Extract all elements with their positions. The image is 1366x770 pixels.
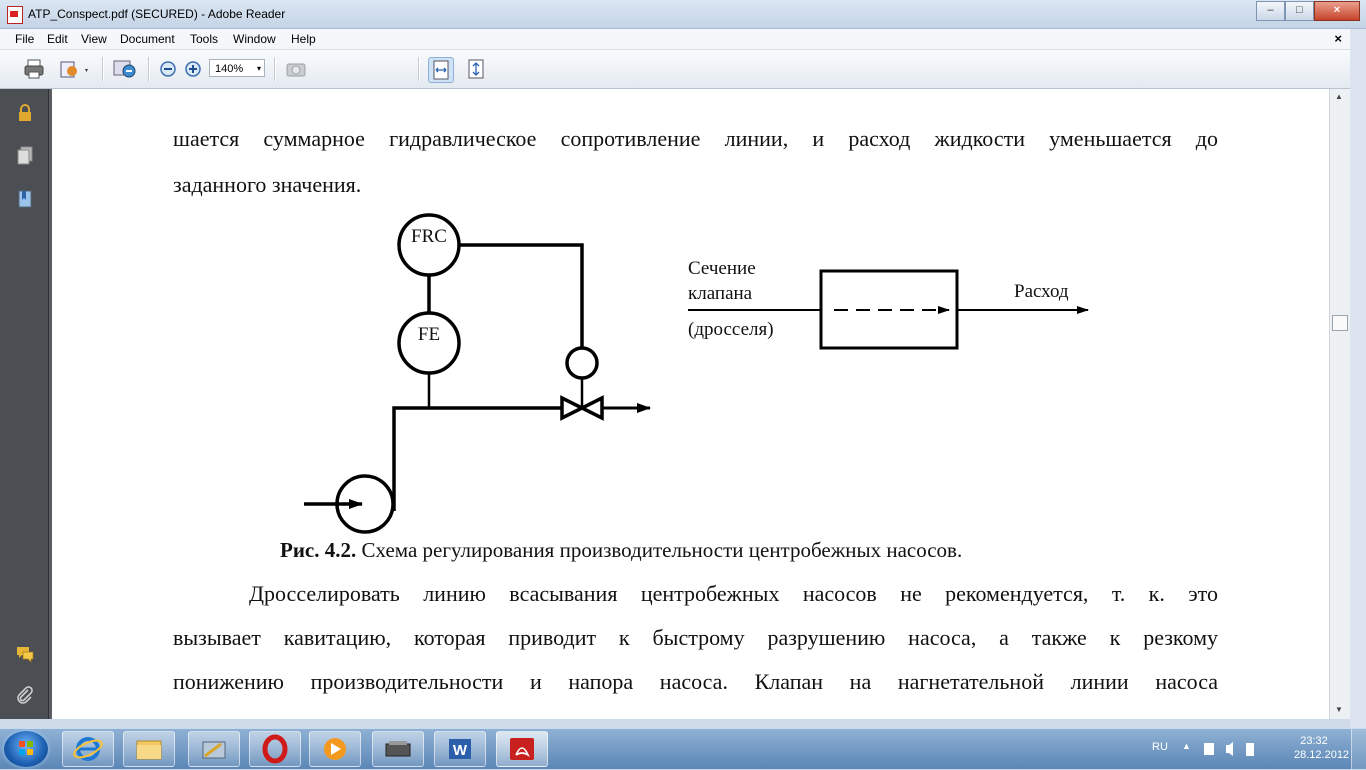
taskbar-app-2[interactable]	[372, 731, 424, 767]
camera-icon	[286, 63, 306, 77]
taskbar-opera[interactable]	[249, 731, 301, 767]
print-button[interactable]	[22, 57, 46, 81]
start-button[interactable]	[4, 731, 48, 767]
taskbar: W RU ▲ 23:32 28.12.2012	[0, 728, 1366, 769]
share-icon	[60, 61, 88, 78]
valve-actuator-circle	[565, 346, 599, 380]
fit-width-button[interactable]	[428, 57, 454, 83]
volume-icon	[1226, 742, 1233, 756]
fit-page-button[interactable]	[464, 57, 488, 81]
frc-label: FRC	[411, 226, 447, 247]
caption-text: Схема регулирования производительности ц…	[356, 538, 963, 562]
chevron-down-icon: ▾	[256, 64, 261, 73]
zoom-in-button[interactable]	[181, 57, 205, 81]
page-thumbnails-button[interactable]	[15, 145, 35, 165]
zoom-level-select[interactable]: 140% ▾	[209, 59, 265, 77]
collaborate-icon	[113, 60, 136, 78]
section-label-line3: (дросселя)	[688, 319, 774, 340]
fit-page-icon	[468, 59, 484, 79]
pages-icon	[17, 146, 33, 165]
maximize-button[interactable]: □	[1285, 1, 1314, 21]
fit-width-icon	[433, 60, 449, 80]
taskbar-explorer[interactable]	[123, 731, 175, 767]
scanner-icon	[385, 741, 411, 757]
printer-icon	[24, 59, 44, 79]
flow-label: Расход	[1014, 281, 1069, 302]
zoom-value: 140%	[215, 63, 244, 75]
menu-window[interactable]: Window	[233, 32, 276, 46]
taskbar-media-player[interactable]	[309, 731, 361, 767]
tray-icons	[1204, 742, 1254, 756]
toolbar: 140% ▾	[0, 50, 1350, 89]
comment-icon	[17, 647, 34, 663]
share-button[interactable]	[58, 57, 88, 81]
close-button[interactable]: ×	[1314, 1, 1360, 21]
lock-icon	[19, 104, 31, 121]
system-clock[interactable]: 23:32 28.12.2012	[1294, 734, 1350, 762]
media-player-icon	[324, 738, 346, 760]
language-indicator[interactable]: RU	[1152, 741, 1168, 753]
paragraph-line: вызывает кавитацию, которая приводит к б…	[173, 625, 1218, 650]
menu-edit[interactable]: Edit	[47, 32, 68, 46]
vertical-scrollbar[interactable]: ▲ ▼	[1329, 89, 1350, 719]
adobe-reader-icon	[510, 738, 534, 760]
zoom-out-button[interactable]	[156, 57, 180, 81]
zoom-in-icon	[185, 61, 201, 77]
menu-help[interactable]: Help	[291, 32, 316, 46]
fe-label: FE	[418, 324, 440, 345]
bookmarks-button[interactable]	[15, 189, 35, 209]
title-bar: ATP_Conspect.pdf (SECURED) - Adobe Reade…	[0, 0, 1366, 29]
action-center-icon	[1204, 743, 1214, 755]
caption-number: Рис. 4.2.	[280, 538, 357, 562]
menu-bar: File Edit View Document Tools Window Hel…	[0, 29, 1350, 50]
paragraph-line: понижению производительности и напора на…	[173, 669, 1218, 694]
menu-tools[interactable]: Tools	[190, 32, 218, 46]
scrollbar-thumb[interactable]	[1332, 315, 1348, 331]
taskbar-app[interactable]	[188, 731, 240, 767]
menu-view[interactable]: View	[81, 32, 107, 46]
navigation-panel	[0, 89, 49, 719]
figure-caption: Рис. 4.2. Схема регулирования производит…	[280, 538, 962, 563]
document-close-button[interactable]: ×	[1334, 31, 1342, 46]
outer-scrollbar	[1350, 29, 1366, 728]
zoom-out-icon	[160, 61, 176, 77]
windows-logo-icon	[19, 741, 33, 755]
paperclip-icon	[17, 686, 33, 704]
taskbar-word[interactable]: W	[434, 731, 486, 767]
window-controls: ‒ □ ×	[1256, 1, 1360, 21]
folder-icon	[136, 740, 162, 760]
collaborate-button[interactable]	[112, 57, 136, 81]
word-icon: W	[449, 739, 471, 759]
internet-explorer-icon	[73, 737, 103, 761]
tools-icon	[202, 741, 226, 759]
bookmark-icon	[18, 190, 32, 208]
attachments-button[interactable]	[15, 685, 35, 705]
window-title: ATP_Conspect.pdf (SECURED) - Adobe Reade…	[28, 7, 286, 21]
clock-date: 28.12.2012	[1294, 749, 1350, 761]
paragraph-line: Дросселировать линию всасывания центробе…	[249, 581, 1218, 606]
scroll-down-arrow-icon[interactable]: ▼	[1335, 705, 1343, 714]
section-label-line2: клапана	[688, 283, 753, 304]
taskbar-internet-explorer[interactable]	[62, 731, 114, 767]
taskbar-adobe-reader[interactable]	[496, 731, 548, 767]
opera-icon	[262, 734, 288, 764]
clock-time: 23:32	[1300, 735, 1328, 747]
battery-icon	[1246, 743, 1254, 756]
svg-text:W: W	[453, 742, 468, 759]
pdf-app-icon	[7, 6, 23, 24]
minimize-button[interactable]: ‒	[1256, 1, 1285, 21]
scroll-up-arrow-icon[interactable]: ▲	[1335, 92, 1343, 101]
comments-button[interactable]	[15, 643, 35, 663]
section-label-line1: Сечение	[688, 258, 756, 279]
tray-expand-icon[interactable]: ▲	[1182, 741, 1191, 751]
menu-document[interactable]: Document	[120, 32, 175, 46]
menu-file[interactable]: File	[15, 32, 34, 46]
document-page: шается суммарное гидравлическое сопротив…	[49, 89, 1329, 719]
security-lock-button[interactable]	[15, 103, 35, 123]
show-desktop-button[interactable]	[1351, 729, 1366, 769]
snapshot-button[interactable]	[284, 57, 308, 81]
